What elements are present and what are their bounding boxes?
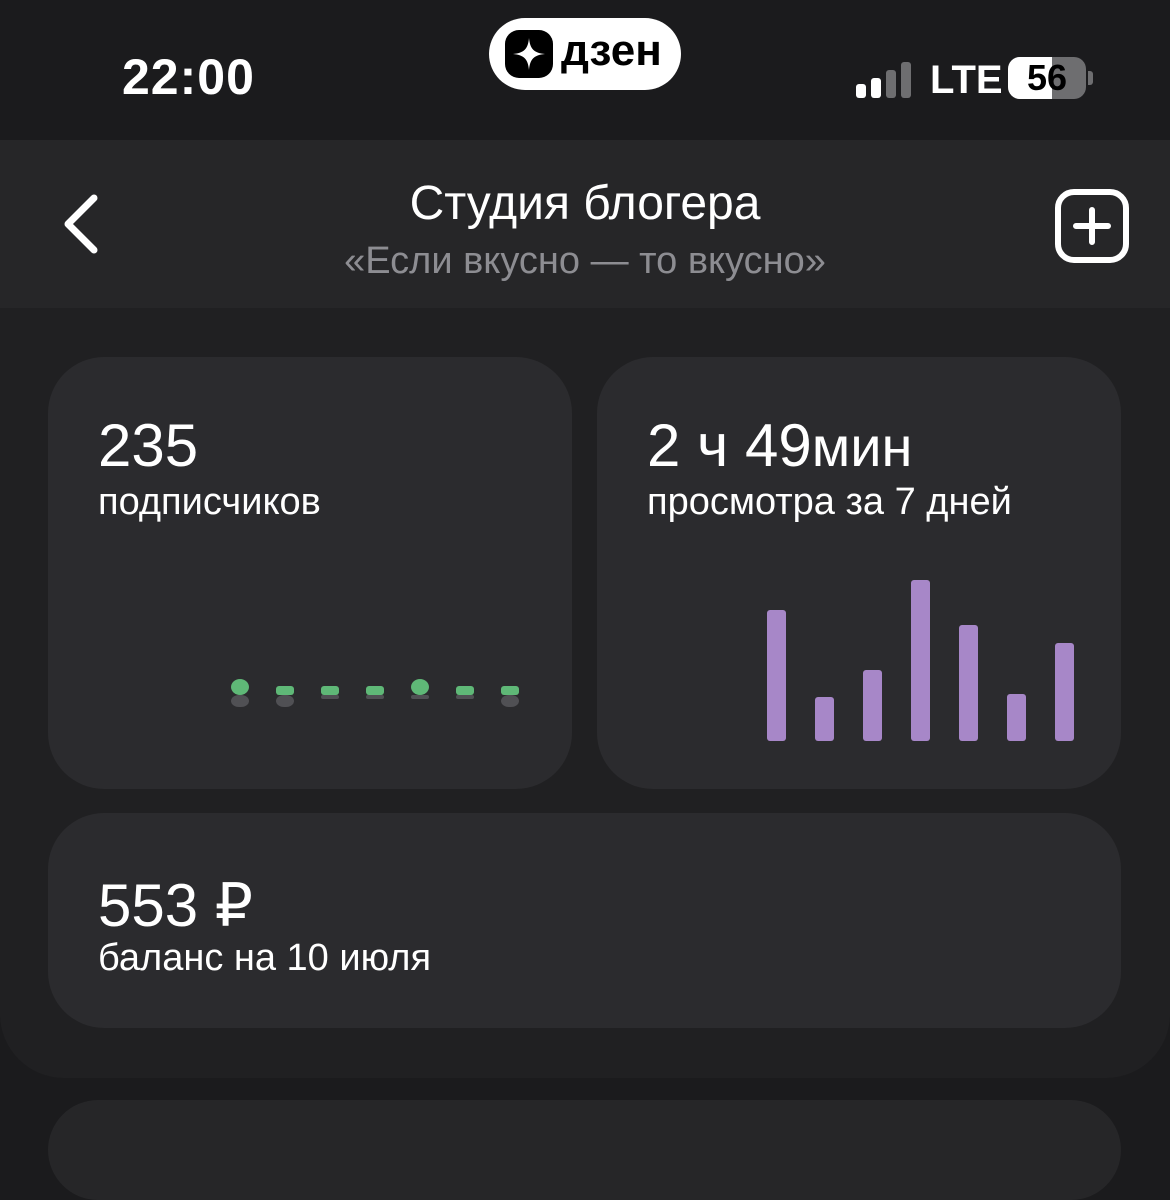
battery-icon: 56 (1008, 57, 1086, 99)
subscribers-bar-down (321, 695, 339, 699)
network-label: LTE (930, 58, 1003, 102)
plus-square-icon (1055, 189, 1129, 263)
views-chart (767, 580, 1074, 741)
subscribers-bar-down (366, 695, 384, 699)
subscribers-bar-up (456, 686, 474, 695)
dzen-badge[interactable]: дзен (489, 18, 681, 90)
subscribers-chart (231, 679, 519, 707)
views-bar (767, 610, 786, 741)
page-title: Студия блогера (409, 177, 761, 230)
views-bar (863, 670, 882, 741)
signal-icon (856, 58, 916, 98)
battery-cap (1088, 71, 1093, 85)
status-bar: 22:00 дзен LTE 56 (0, 0, 1170, 140)
battery-level: 56 (1026, 57, 1068, 98)
balance-label: баланс на 10 июля (98, 937, 432, 979)
next-card[interactable] (48, 1100, 1121, 1200)
subscribers-bar-down (411, 695, 429, 699)
subscribers-bar-down (231, 695, 249, 707)
views-bar (1007, 694, 1026, 741)
subscribers-card[interactable]: 235 подписчиков (48, 357, 572, 789)
balance-card[interactable]: 553 ₽ баланс на 10 июля (48, 813, 1121, 1028)
subscribers-bar-up (411, 679, 429, 695)
subscribers-bar-up (231, 679, 249, 695)
dzen-badge-label: дзен (561, 26, 662, 75)
balance-amount: 553 ₽ (98, 872, 253, 939)
subscribers-bar-up (276, 686, 294, 695)
views-bar (911, 580, 930, 741)
header: Студия блогера «Если вкусно — то вкусно» (0, 140, 1170, 308)
views-bar (959, 625, 978, 741)
subscribers-bar-up (366, 686, 384, 695)
subscribers-bar-down (276, 695, 294, 707)
status-time: 22:00 (122, 49, 255, 105)
subscribers-bar-up (321, 686, 339, 695)
page-subtitle: «Если вкусно — то вкусно» (344, 240, 826, 282)
dzen-logo-icon (505, 30, 553, 78)
subscribers-bar-down (501, 695, 519, 707)
views-card[interactable]: 2 ч 49мин просмотра за 7 дней (597, 357, 1121, 789)
subscribers-bar-up (501, 686, 519, 695)
views-bar (815, 697, 834, 741)
subscribers-bar-down (456, 695, 474, 699)
add-button[interactable] (1054, 188, 1130, 264)
views-bar (1055, 643, 1074, 741)
